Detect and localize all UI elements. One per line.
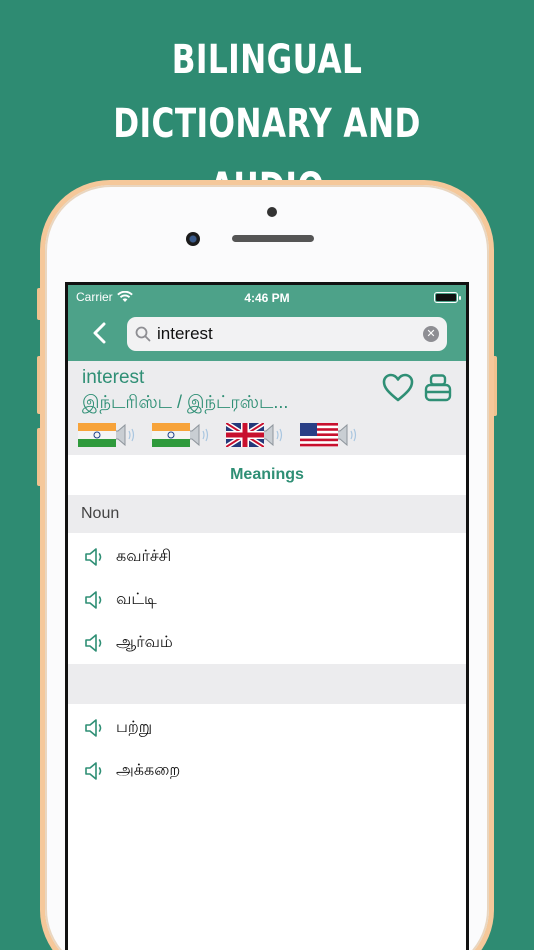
earpiece-speaker [232, 235, 314, 242]
usa-flag-icon [300, 423, 338, 447]
meaning-row[interactable]: வட்டி [68, 578, 466, 621]
play-uk-button[interactable] [226, 423, 286, 447]
battery-icon [434, 291, 461, 303]
entry-transliteration: இந்டரிஸ்ட / இந்ட்ரஸ்ட... [82, 392, 289, 412]
clear-search-icon[interactable]: ✕ [423, 326, 439, 342]
meanings-list-noun: கவர்ச்சி வட்டி ஆர்வம் [68, 533, 466, 664]
india-flag-icon [152, 423, 190, 447]
meaning-text: அக்கறை [116, 761, 181, 779]
back-button[interactable] [88, 321, 110, 345]
favorite-button[interactable] [382, 373, 414, 408]
meaning-row[interactable]: பற்று [68, 706, 466, 749]
section-header-noun: Noun [68, 495, 466, 533]
meanings-list-other: பற்று அக்கறை [68, 704, 466, 792]
play-india-button[interactable] [78, 423, 138, 447]
play-india-slow-button[interactable] [152, 423, 212, 447]
speaker-outline-icon[interactable] [84, 546, 106, 568]
india-flag-icon [78, 423, 116, 447]
section-header-unlabeled [68, 664, 466, 704]
heart-icon [382, 373, 414, 402]
meaning-text: பற்று [116, 718, 153, 736]
uk-flag-icon [226, 423, 264, 447]
search-icon [135, 326, 151, 342]
speaker-outline-icon[interactable] [84, 717, 106, 739]
meaning-text: ஆர்வம் [116, 633, 173, 651]
speaker-outline-icon[interactable] [84, 760, 106, 782]
chevron-left-icon [93, 322, 106, 344]
entry-word: interest [82, 367, 145, 388]
search-field[interactable]: interest ✕ [127, 317, 447, 351]
flashcard-button[interactable] [424, 373, 452, 408]
carrier-info: Carrier [76, 290, 133, 304]
meaning-row[interactable]: கவர்ச்சி [68, 535, 466, 578]
speaker-outline-icon[interactable] [84, 632, 106, 654]
proximity-sensor [267, 207, 277, 217]
meaning-text: கவர்ச்சி [116, 547, 172, 565]
word-header: interest இந்டரிஸ்ட / இந்ட்ரஸ்ட... [68, 361, 466, 455]
wifi-icon [116, 291, 133, 302]
navigation-bar: Carrier 4:46 PM interest ✕ [68, 285, 466, 361]
play-usa-button[interactable] [300, 423, 360, 447]
status-bar: Carrier 4:46 PM [68, 285, 466, 309]
app-screen: Carrier 4:46 PM interest ✕ interest இந்ட… [65, 282, 469, 950]
pronunciation-flags [78, 423, 360, 447]
meanings-title: Meanings [230, 466, 304, 483]
front-camera-icon [186, 232, 200, 246]
stack-icon [424, 374, 452, 402]
meaning-row[interactable]: ஆர்வம் [68, 621, 466, 664]
meaning-text: வட்டி [116, 590, 157, 608]
carrier-label: Carrier [76, 290, 113, 304]
search-input[interactable]: interest [157, 324, 423, 344]
meaning-row[interactable]: அக்கறை [68, 749, 466, 792]
headline-line-1: BILINGUAL DICTIONARY AND [113, 37, 421, 147]
speaker-outline-icon[interactable] [84, 589, 106, 611]
